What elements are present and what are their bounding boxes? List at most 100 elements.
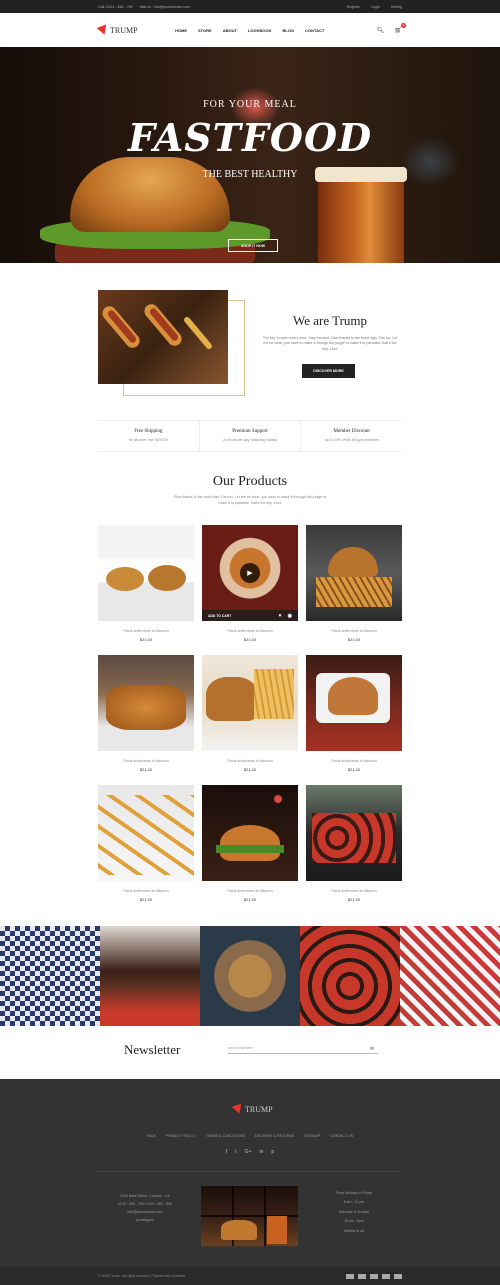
- gallery-image[interactable]: [100, 926, 200, 1026]
- newsletter-title: Newsletter: [124, 1042, 181, 1057]
- footer: TRUMP FAQs PRIVACY POLICY TERMS & CONDIT…: [0, 1079, 500, 1285]
- top-bar: Call: 0123 - 456 - 789 Mail us : info@yo…: [0, 0, 500, 13]
- twitter-icon[interactable]: t: [235, 1149, 236, 1155]
- mail-text[interactable]: Mail us : info@yourdomain.com: [140, 5, 190, 9]
- product-name[interactable]: Flank sollemnes in futurum: [202, 889, 298, 893]
- product-name[interactable]: Flank sollemnes in futurum: [202, 629, 298, 633]
- logo-triangle-icon: [231, 1103, 245, 1116]
- gallery-image[interactable]: [300, 926, 400, 1026]
- setting-link[interactable]: Setting: [391, 5, 402, 9]
- gallery-image[interactable]: [200, 926, 300, 1026]
- footer-link-contact[interactable]: CONTACT US: [330, 1134, 353, 1138]
- logo[interactable]: TRUMP: [96, 24, 138, 36]
- call-text: Call: 0123 - 456 - 789: [98, 4, 133, 9]
- feature-title: Premium Support: [232, 429, 268, 434]
- linkedin-icon[interactable]: in: [259, 1149, 263, 1155]
- add-to-cart-button[interactable]: ADD TO CART: [208, 614, 231, 618]
- product-image[interactable]: [306, 785, 402, 881]
- play-icon[interactable]: ▶: [240, 563, 260, 583]
- payment-card-icon: [370, 1273, 378, 1279]
- google-plus-icon[interactable]: G+: [245, 1149, 252, 1155]
- footer-logo[interactable]: TRUMP: [231, 1103, 273, 1116]
- product-card[interactable]: Flank sollemnes in futurum $21.00: [98, 525, 194, 642]
- product-price: $21.00: [243, 897, 257, 902]
- product-image[interactable]: [98, 655, 194, 751]
- pinterest-icon[interactable]: p: [271, 1149, 274, 1155]
- gallery-strip: [0, 926, 500, 1026]
- product-card[interactable]: Flank sollemnes in futurum $21.00: [306, 655, 402, 772]
- facebook-icon[interactable]: f: [226, 1149, 227, 1155]
- cart-icon[interactable]: 🛒︎ 0: [394, 22, 406, 34]
- product-image[interactable]: [306, 525, 402, 621]
- product-card[interactable]: Flank sollemnes in futurum $21.00: [98, 655, 194, 772]
- about-description: The key to open every door. Stay focused…: [262, 336, 398, 351]
- envelope-icon[interactable]: ✉: [370, 1046, 374, 1052]
- product-name[interactable]: Flank sollemnes in futurum: [306, 889, 402, 893]
- products-description: Give thanks to the most high. Fan luv. L…: [173, 495, 327, 505]
- product-image[interactable]: ▶ ADD TO CART ♥ ◉: [202, 525, 298, 621]
- gallery-image[interactable]: [400, 926, 500, 1026]
- product-name[interactable]: Flank sollemnes in futurum: [306, 759, 402, 763]
- product-price: $21.00: [347, 767, 361, 772]
- hours-line: Holiday is off: [344, 1228, 364, 1233]
- product-card[interactable]: Flank sollemnes in futurum $21.00: [98, 785, 194, 902]
- nav-about[interactable]: ABOUT: [223, 28, 237, 33]
- product-card[interactable]: Flank sollemnes in futurum $21.00: [202, 785, 298, 902]
- shop-now-button[interactable]: SHOP IT NOW: [228, 239, 278, 252]
- footer-link-terms[interactable]: TERMS & CONDITIONS: [205, 1134, 245, 1138]
- hours-line: From Monday to Friday: [335, 1191, 373, 1195]
- product-price: $21.00: [243, 637, 257, 642]
- product-image[interactable]: [98, 785, 194, 881]
- product-image[interactable]: [202, 655, 298, 751]
- nav-blog[interactable]: BLOG: [283, 28, 295, 33]
- footer-divider: [98, 1171, 402, 1172]
- hours-line: 8 am - 10 pm: [343, 1200, 365, 1205]
- footer-link-sitemap[interactable]: SITEMAP: [304, 1134, 320, 1138]
- login-link[interactable]: Login: [371, 5, 380, 9]
- product-name[interactable]: Flank sollemnes in futurum: [98, 889, 194, 893]
- search-icon[interactable]: 🔍︎: [377, 27, 385, 34]
- hotdog-image: [98, 290, 228, 384]
- feature-member-discount: Member Discount Up to 20% off for all lo…: [301, 421, 402, 451]
- feature-premium-support: Premium Support 24 hours per day, includ…: [200, 421, 302, 451]
- nav-contact[interactable]: CONTACT: [305, 28, 324, 33]
- payment-icons: [346, 1273, 402, 1279]
- add-to-cart-bar[interactable]: ADD TO CART ♥ ◉: [202, 610, 298, 621]
- payment-card-icon: [358, 1273, 366, 1279]
- product-card[interactable]: Flank sollemnes in futurum $21.00: [306, 525, 402, 642]
- gallery-image[interactable]: [0, 926, 100, 1026]
- product-image[interactable]: [98, 525, 194, 621]
- eye-icon[interactable]: ◉: [288, 613, 292, 619]
- hours-line: 10 am - 8pm: [344, 1219, 364, 1224]
- register-link[interactable]: Register: [347, 5, 360, 9]
- newsletter-email-input[interactable]: your email here: [228, 1046, 378, 1054]
- beer-glass-image: [318, 175, 404, 263]
- product-name[interactable]: Flank sollemnes in futurum: [98, 629, 194, 633]
- payment-card-icon: [346, 1273, 354, 1279]
- feature-title: Free Shipping: [134, 429, 163, 434]
- product-name[interactable]: Flank sollemnes in futurum: [98, 759, 194, 763]
- about-section: We are Trump The key to open every door.…: [0, 263, 500, 428]
- email-line[interactable]: info@yourdomain.com: [110, 1208, 180, 1216]
- product-name[interactable]: Flank sollemnes in futurum: [306, 629, 402, 633]
- product-name[interactable]: Flank sollemnes in futurum: [202, 759, 298, 763]
- nav-home[interactable]: HOME: [175, 28, 187, 33]
- nav-store[interactable]: STORE: [198, 28, 212, 33]
- address-line: 2316 Bake Street - London - UK: [120, 1194, 170, 1198]
- product-card[interactable]: Flank sollemnes in futurum $21.00: [202, 655, 298, 772]
- product-price: $21.00: [347, 897, 361, 902]
- footer-link-delivery[interactable]: DELIVERY & RETURNS: [255, 1134, 294, 1138]
- product-image[interactable]: [306, 655, 402, 751]
- product-card[interactable]: Flank sollemnes in futurum $21.00: [306, 785, 402, 902]
- product-card[interactable]: ▶ ADD TO CART ♥ ◉ Flank sollemnes in futur…: [202, 525, 298, 642]
- product-image[interactable]: [202, 785, 298, 881]
- footer-logo-text: TRUMP: [245, 1105, 273, 1114]
- cart-count-badge: 0: [401, 22, 406, 28]
- footer-link-privacy[interactable]: PRIVACY POLICY: [166, 1134, 196, 1138]
- nav-lookbook[interactable]: LOOKBOOK: [248, 28, 272, 33]
- payment-card-icon: [394, 1273, 402, 1279]
- discover-more-button[interactable]: DISCOVER MORE: [302, 364, 355, 378]
- heart-icon[interactable]: ♥: [279, 613, 282, 619]
- about-title: We are Trump: [292, 313, 368, 328]
- footer-link-faqs[interactable]: FAQs: [147, 1134, 156, 1138]
